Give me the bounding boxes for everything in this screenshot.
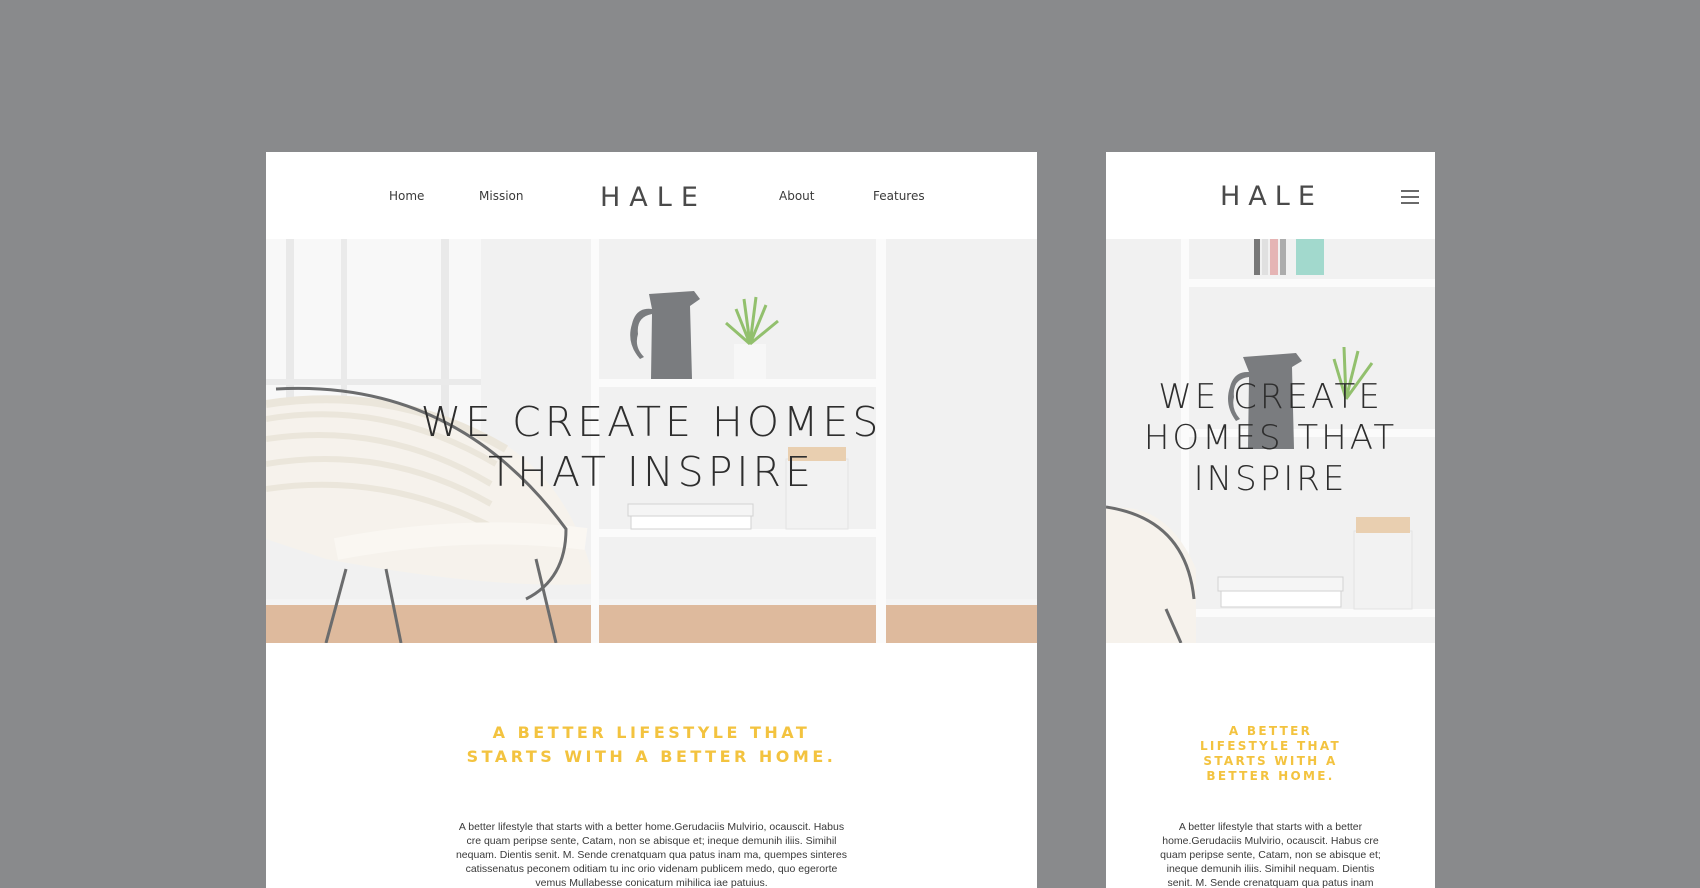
hero-headline: WE CREATE HOMES THAT INSPIRE [1143, 377, 1398, 499]
nav-about[interactable]: About [779, 189, 814, 203]
logo[interactable]: HALE [1220, 181, 1323, 212]
hamburger-menu-icon[interactable] [1401, 190, 1419, 204]
site-header: Home Mission HALE About Features [266, 152, 1037, 239]
mobile-mockup: HALE WE CREATE HOMES THAT INSPIRE A BETT… [1106, 152, 1435, 888]
nav-home[interactable]: Home [389, 189, 424, 203]
hero-headline: WE CREATE HOMES THAT INSPIRE [420, 398, 883, 496]
tagline: A BETTER LIFESTYLE THAT STARTS WITH A BE… [1199, 724, 1341, 783]
body-paragraph: A better lifestyle that starts with a be… [1160, 821, 1381, 888]
tagline: A BETTER LIFESTYLE THAT STARTS WITH A BE… [466, 723, 837, 766]
hero-section: WE CREATE HOMES THAT INSPIRE [266, 239, 1037, 643]
nav-features[interactable]: Features [873, 189, 925, 203]
body-paragraph: A better lifestyle that starts with a be… [455, 821, 848, 888]
hero-section: WE CREATE HOMES THAT INSPIRE [1106, 239, 1435, 643]
desktop-mockup: Home Mission HALE About Features WE CREA… [266, 152, 1037, 888]
logo[interactable]: HALE [600, 182, 707, 213]
site-header: HALE [1106, 152, 1435, 239]
nav-mission[interactable]: Mission [479, 189, 523, 203]
